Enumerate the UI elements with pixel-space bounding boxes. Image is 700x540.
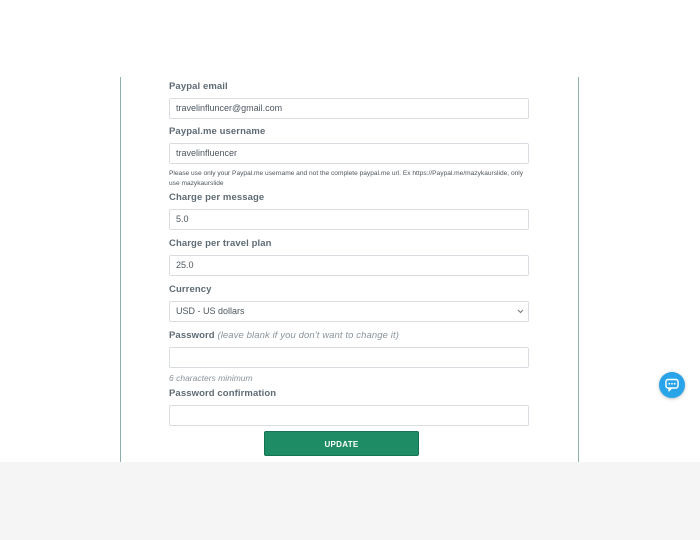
paypal-email-label: Paypal email <box>169 81 228 92</box>
charge-plan-input[interactable]: 25.0 <box>169 255 529 276</box>
paypal-me-input[interactable]: travelinfluencer <box>169 143 529 164</box>
paypal-email-input[interactable]: travelinfluncer@gmail.com <box>169 98 529 119</box>
currency-group: Currency USD - US dollars <box>169 284 529 322</box>
charge-message-group: Charge per message 5.0 <box>169 192 529 230</box>
page-footer-band <box>0 462 700 540</box>
update-button[interactable]: UPDATE <box>264 431 419 456</box>
password-help-text: 6 characters minimum <box>169 373 253 383</box>
paypal-me-label: Paypal.me username <box>169 126 266 137</box>
paypal-me-help-text: Please use only your Paypal.me username … <box>169 170 524 187</box>
password-input[interactable] <box>169 347 529 368</box>
currency-select-value: USD - US dollars <box>176 306 245 316</box>
currency-label: Currency <box>169 284 212 295</box>
chat-bubble-icon <box>665 378 679 392</box>
password-group: Password (leave blank if you don't want … <box>169 330 529 384</box>
chevron-down-icon <box>517 302 524 321</box>
paypal-email-group: Paypal email travelinfluncer@gmail.com <box>169 81 529 119</box>
charge-message-label: Charge per message <box>169 192 265 203</box>
paypal-me-group: Paypal.me username travelinfluencer Plea… <box>169 126 529 189</box>
password-confirmation-label: Password confirmation <box>169 388 277 399</box>
password-confirmation-group: Password confirmation <box>169 388 529 426</box>
charge-message-input[interactable]: 5.0 <box>169 209 529 230</box>
password-label-text: Password <box>169 330 215 341</box>
charge-plan-group: Charge per travel plan 25.0 <box>169 238 529 276</box>
password-label: Password (leave blank if you don't want … <box>169 330 529 342</box>
charge-plan-label: Charge per travel plan <box>169 238 272 249</box>
password-hint: (leave blank if you don't want to change… <box>217 330 399 341</box>
currency-select[interactable]: USD - US dollars <box>169 301 529 322</box>
password-confirmation-input[interactable] <box>169 405 529 426</box>
chat-button[interactable] <box>659 372 685 398</box>
